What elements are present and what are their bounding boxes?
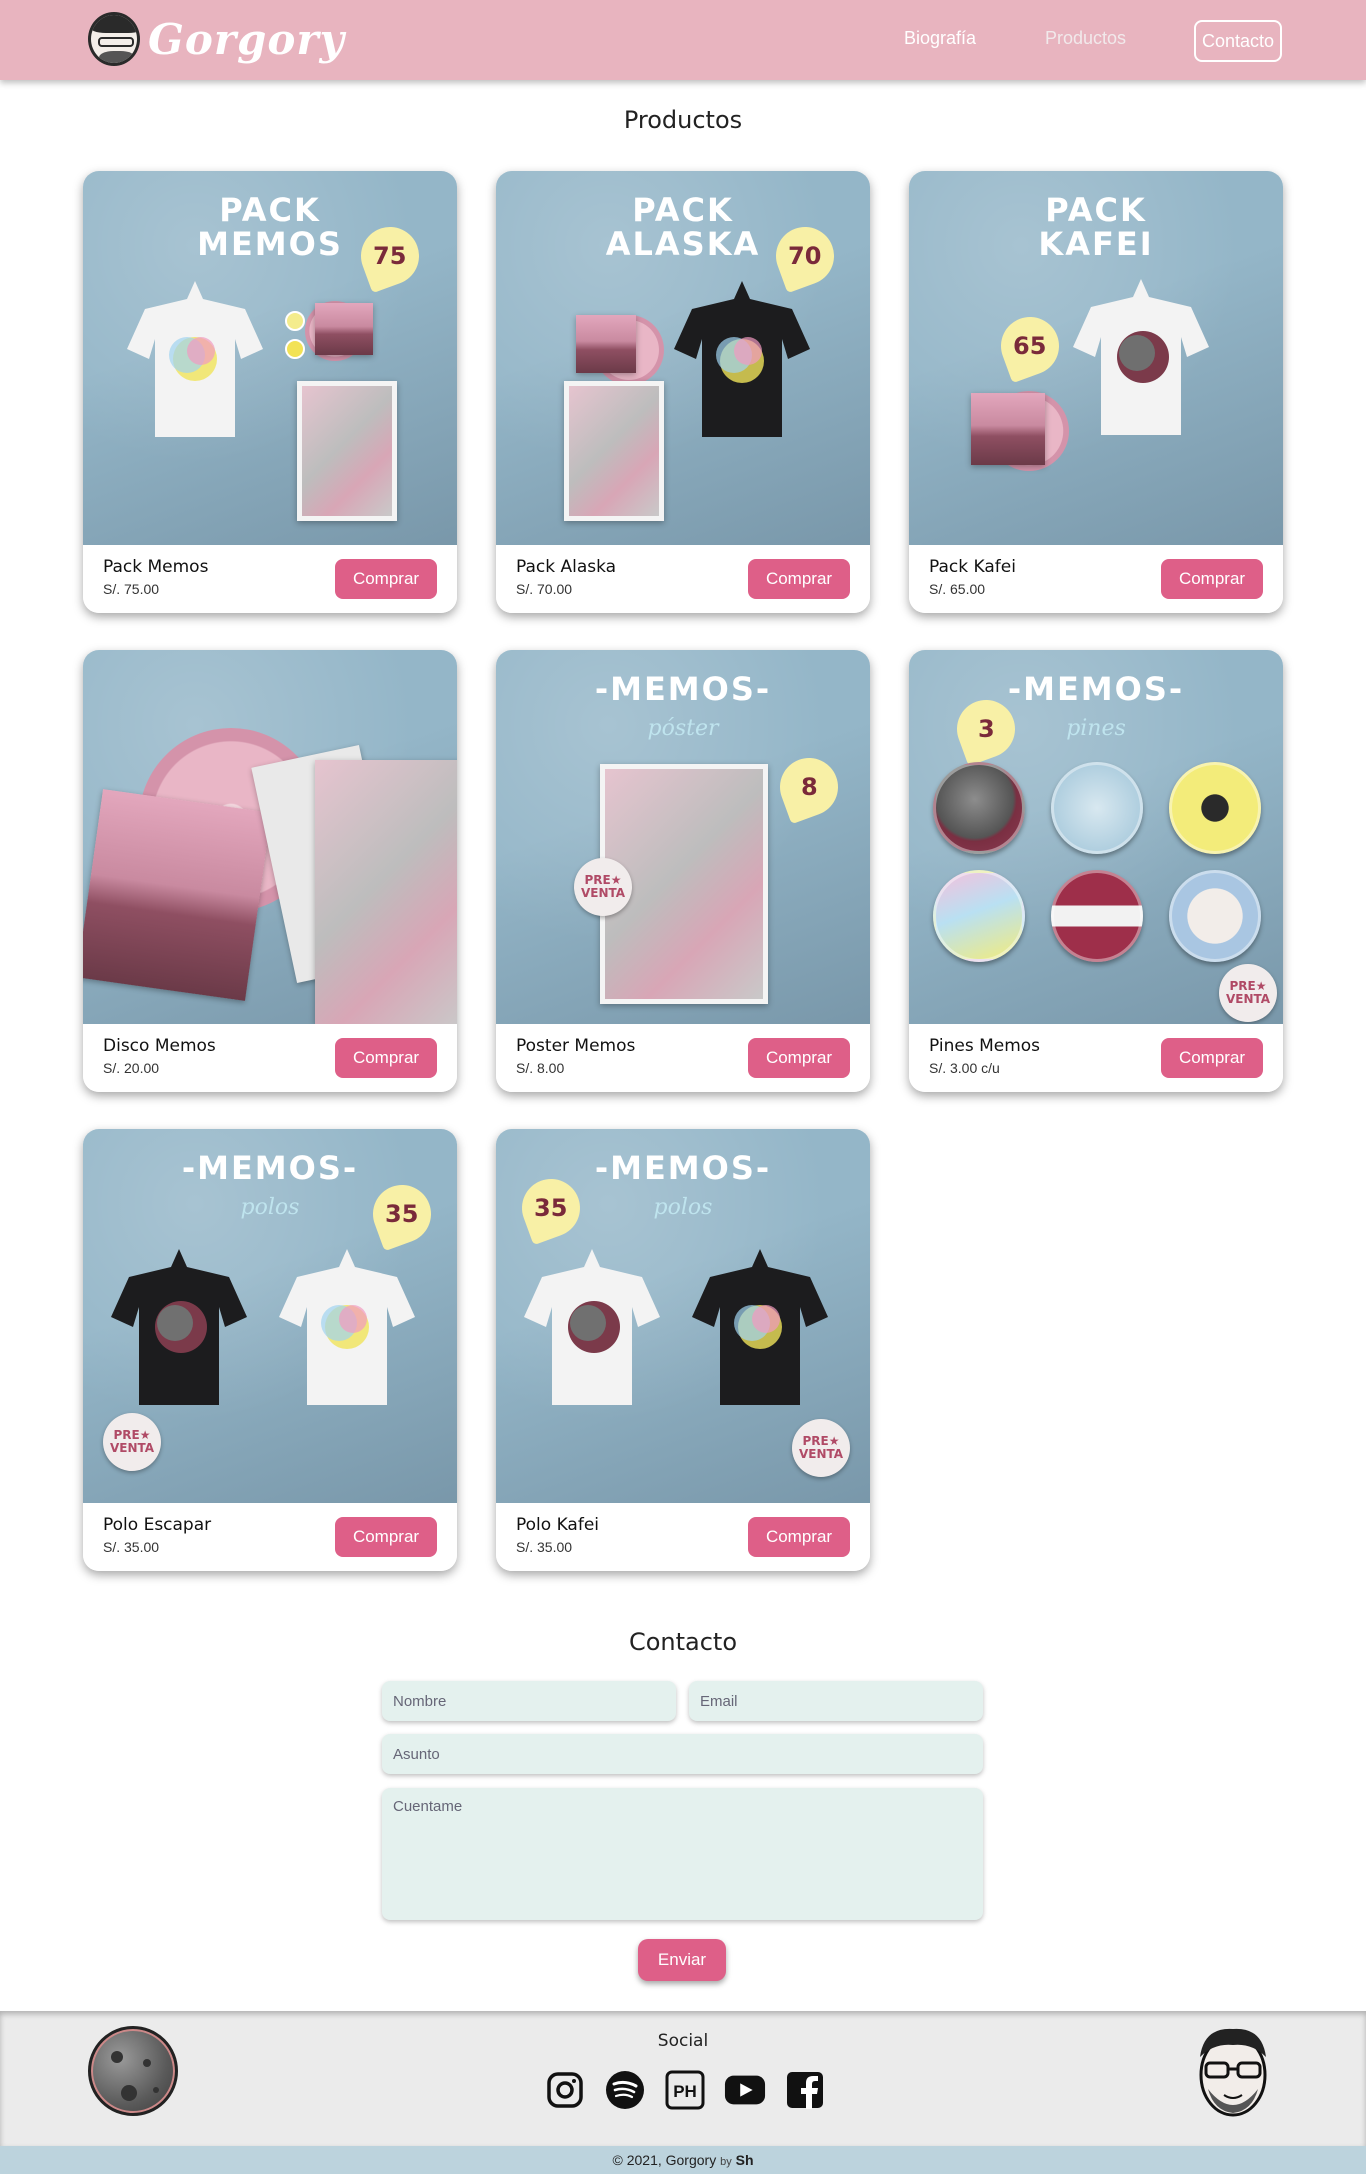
product-price: S/. 35.00 — [516, 1539, 573, 1555]
svg-text:PH: PH — [673, 2082, 697, 2101]
copyright-bar: © 2021, Gorgory by Sh — [0, 2146, 1366, 2174]
facebook-icon[interactable] — [784, 2069, 826, 2111]
product-name: Polo Kafei — [516, 1515, 600, 1535]
product-info: Pines Memos S/. 3.00 c/u Comprar — [909, 1024, 1283, 1092]
product-price: S/. 65.00 — [929, 581, 986, 597]
product-card: -MEMOS- pines 3 PRE★ VENTA Pines Memos S… — [909, 650, 1283, 1092]
buy-button[interactable]: Comprar — [335, 1038, 437, 1078]
buy-button[interactable]: Comprar — [748, 559, 850, 599]
pin-hand — [933, 870, 1025, 962]
message-field[interactable] — [382, 1788, 983, 1920]
image-subtitle: póster — [647, 716, 719, 741]
product-image[interactable]: -MEMOS- polos 35 PRE★ VENTA — [496, 1129, 870, 1503]
product-image[interactable] — [83, 650, 457, 1024]
black-tshirt-icon — [109, 1247, 249, 1407]
products-title: Productos — [623, 106, 743, 134]
product-name: Polo Escapar — [103, 1515, 212, 1535]
product-name: Pack Alaska — [516, 557, 617, 577]
product-info: Pack Memos S/. 75.00 Comprar — [83, 545, 457, 613]
white-tshirt-icon — [277, 1247, 417, 1407]
product-name: Pack Memos — [103, 557, 209, 577]
producthunt-icon[interactable]: PH — [664, 2069, 706, 2111]
send-button[interactable]: Enviar — [638, 1939, 726, 1981]
product-info: Polo Escapar S/. 35.00 Comprar — [83, 1503, 457, 1571]
buy-button[interactable]: Comprar — [335, 559, 437, 599]
product-name: Poster Memos — [516, 1036, 636, 1056]
pin-moon — [933, 762, 1025, 854]
preventa-badge: PRE★ VENTA — [1219, 964, 1277, 1022]
product-image[interactable]: PACK KAFEI 65 — [909, 171, 1283, 545]
preventa-badge: PRE★ VENTA — [103, 1413, 161, 1471]
product-card: -MEMOS- polos 35 PRE★ VENTA Polo Kafei S… — [496, 1129, 870, 1571]
nav-links: Biografía Productos Contacto — [904, 20, 1282, 62]
buy-button[interactable]: Comprar — [1161, 1038, 1263, 1078]
nav-link-biografia[interactable]: Biografía — [904, 28, 976, 49]
buy-button[interactable]: Comprar — [748, 1038, 850, 1078]
product-image[interactable]: -MEMOS- póster 8 PRE★ VENTA — [496, 650, 870, 1024]
preventa-badge: PRE★ VENTA — [792, 1419, 850, 1477]
product-card: -MEMOS- póster 8 PRE★ VENTA Poster Memos… — [496, 650, 870, 1092]
pin-cube — [1051, 762, 1143, 854]
spotify-icon[interactable] — [604, 2069, 646, 2111]
name-field[interactable] — [382, 1681, 676, 1721]
product-info: Poster Memos S/. 8.00 Comprar — [496, 1024, 870, 1092]
product-card: PACK KAFEI 65 Pack Kafei S/. 65.00 Compr… — [909, 171, 1283, 613]
black-tshirt-icon — [672, 279, 812, 439]
product-price: S/. 20.00 — [103, 1060, 160, 1076]
image-title: -MEMOS- — [181, 1149, 359, 1187]
black-tshirt-icon — [690, 1247, 830, 1407]
white-tshirt-icon — [1071, 277, 1211, 437]
nav-link-contacto[interactable]: Contacto — [1194, 20, 1282, 62]
product-price: S/. 35.00 — [103, 1539, 160, 1555]
instagram-icon[interactable] — [544, 2069, 586, 2111]
product-price: S/. 75.00 — [103, 581, 160, 597]
social-icons: PH — [544, 2069, 826, 2111]
white-tshirt-icon — [522, 1247, 662, 1407]
copyright-by: by — [720, 2156, 732, 2168]
image-title: -MEMOS- — [1007, 670, 1185, 708]
copyright-text: © 2021, Gorgory — [612, 2152, 717, 2168]
navbar: Gorgory Biografía Productos Contacto — [0, 0, 1366, 80]
product-card: PACK ALASKA 70 Pack Alaska S/. 70.00 Com… — [496, 171, 870, 613]
email-field[interactable] — [689, 1681, 983, 1721]
product-name: Pines Memos — [929, 1036, 1041, 1056]
product-info: Pack Kafei S/. 65.00 Comprar — [909, 545, 1283, 613]
product-name: Pack Kafei — [929, 557, 1016, 577]
white-tshirt-icon — [125, 279, 265, 439]
footer: Social PH — [0, 2011, 1366, 2146]
avatar-icon — [88, 12, 140, 66]
buy-button[interactable]: Comprar — [1161, 559, 1263, 599]
product-price: S/. 70.00 — [516, 581, 573, 597]
product-info: Pack Alaska S/. 70.00 Comprar — [496, 545, 870, 613]
copyright-author[interactable]: Sh — [736, 2152, 754, 2168]
pin-coffee — [1169, 762, 1261, 854]
subject-field[interactable] — [382, 1734, 983, 1774]
buy-button[interactable]: Comprar — [335, 1517, 437, 1557]
youtube-icon[interactable] — [724, 2069, 766, 2111]
product-info: Polo Kafei S/. 35.00 Comprar — [496, 1503, 870, 1571]
product-price: S/. 8.00 — [516, 1060, 565, 1076]
buy-button[interactable]: Comprar — [748, 1517, 850, 1557]
product-info: Disco Memos S/. 20.00 Comprar — [83, 1024, 457, 1092]
avatar-illustration-icon — [1192, 2023, 1274, 2123]
product-image[interactable]: PACK ALASKA 70 — [496, 171, 870, 545]
product-card: Disco Memos S/. 20.00 Comprar — [83, 650, 457, 1092]
product-card: -MEMOS- polos 35 PRE★ VENTA Polo Escapar… — [83, 1129, 457, 1571]
image-title: PACK KAFEI — [1038, 191, 1154, 263]
product-card: PACK MEMOS 75 Pack Memos S/. 75.00 Compr… — [83, 171, 457, 613]
brand-name: Gorgory — [148, 14, 345, 64]
product-name: Disco Memos — [103, 1036, 216, 1056]
product-price: S/. 3.00 c/u — [929, 1060, 1000, 1076]
nav-link-productos[interactable]: Productos — [1045, 28, 1126, 49]
image-title: -MEMOS- — [594, 670, 772, 708]
contact-title: Contacto — [628, 1628, 738, 1656]
social-title: Social — [657, 2031, 709, 2051]
product-image[interactable]: -MEMOS- pines 3 PRE★ VENTA — [909, 650, 1283, 1024]
brand-logo[interactable]: Gorgory — [88, 12, 345, 66]
pin-glasses — [1051, 870, 1143, 962]
product-image[interactable]: PACK MEMOS 75 — [83, 171, 457, 545]
product-image[interactable]: -MEMOS- polos 35 PRE★ VENTA — [83, 1129, 457, 1503]
preventa-badge: PRE★ VENTA — [574, 858, 632, 916]
pin-face — [1169, 870, 1261, 962]
